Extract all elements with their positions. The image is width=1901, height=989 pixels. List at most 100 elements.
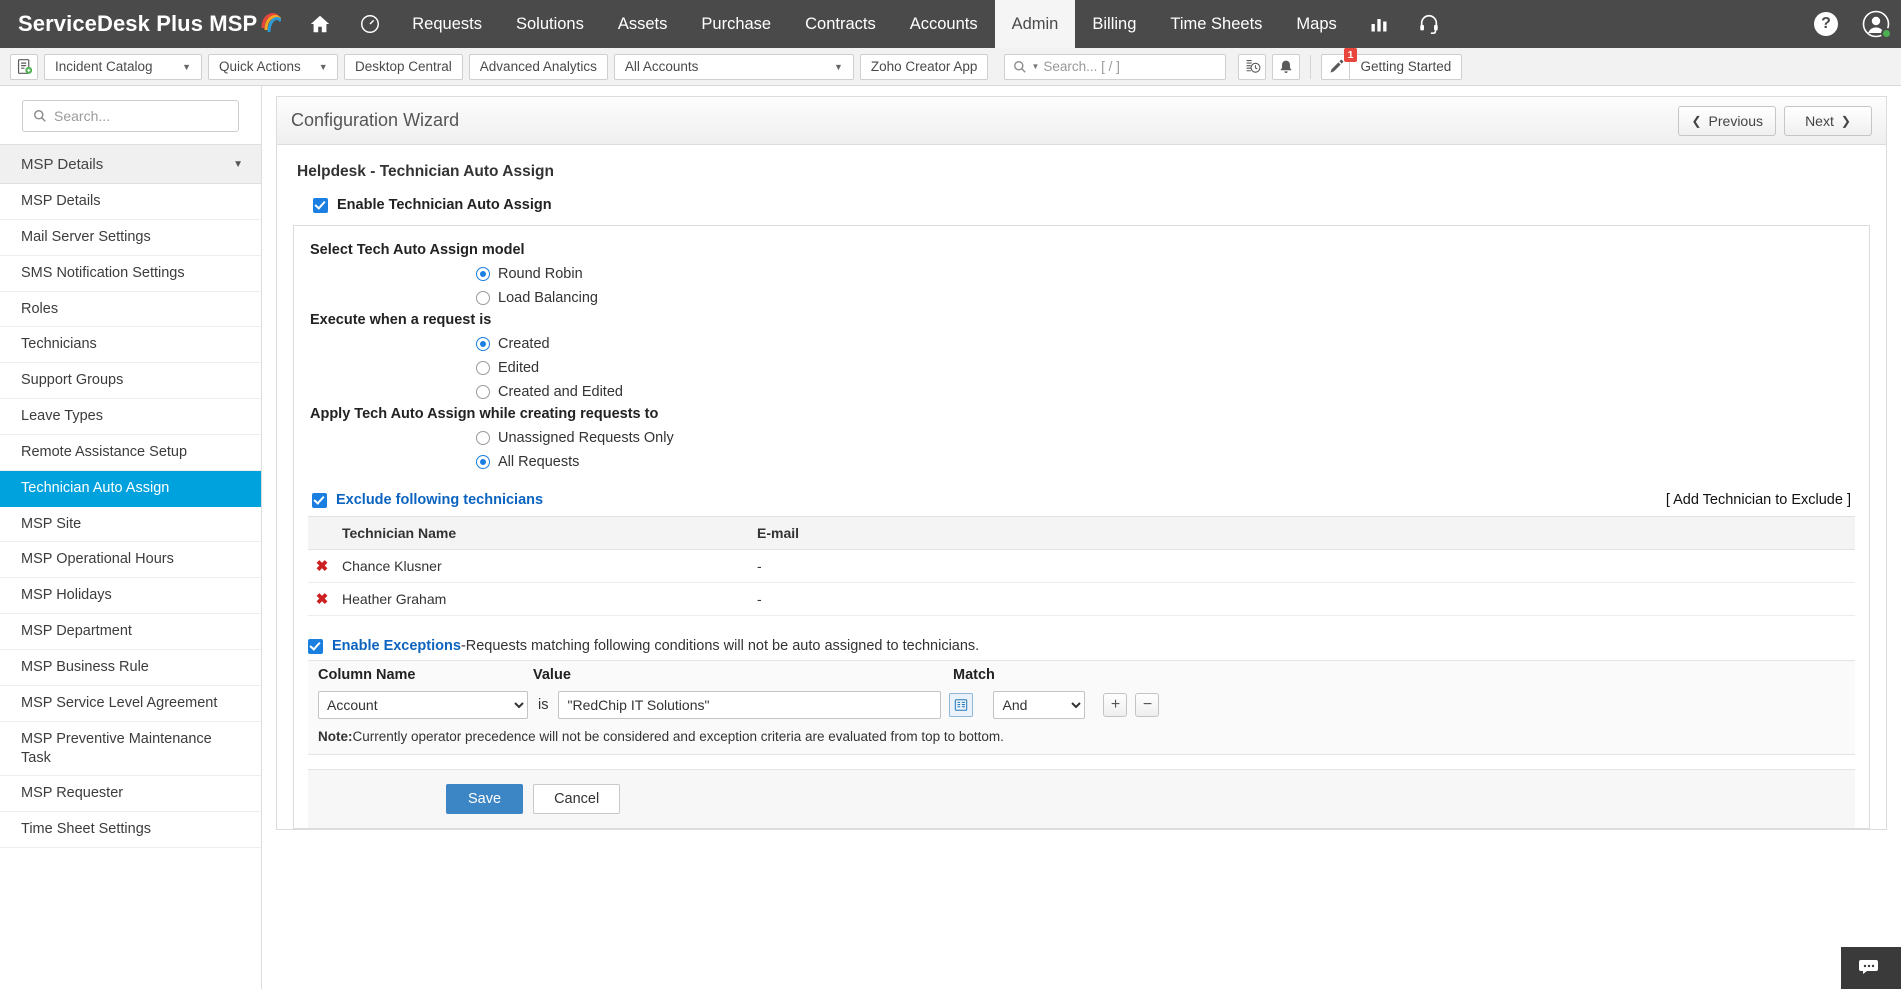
chevron-down-icon: ▼ xyxy=(182,61,191,72)
enable-exceptions-label: Enable Exceptions xyxy=(332,638,461,654)
nav-item-billing[interactable]: Billing xyxy=(1075,0,1153,48)
nav-item-purchase[interactable]: Purchase xyxy=(684,0,788,48)
nav-item-solutions[interactable]: Solutions xyxy=(499,0,601,48)
radio-round-robin[interactable] xyxy=(476,267,490,281)
previous-button[interactable]: ❮ Previous xyxy=(1678,105,1776,136)
quick-actions-dropdown[interactable]: Quick Actions ▼ xyxy=(208,53,338,80)
radio-unassigned-requests-only[interactable] xyxy=(476,431,490,445)
radio-all-requests[interactable] xyxy=(476,455,490,469)
exclude-technicians-label: Exclude following technicians xyxy=(336,492,544,508)
radio-edited[interactable] xyxy=(476,361,490,375)
sidebar-item-mail-server-settings[interactable]: Mail Server Settings xyxy=(0,220,261,256)
logo-swoosh-icon xyxy=(259,8,283,40)
zoho-creator-app-button[interactable]: Zoho Creator App xyxy=(859,53,989,80)
main-content: Configuration Wizard ❮ Previous Next ❯ H… xyxy=(262,86,1901,989)
sidebar-item-technicians[interactable]: Technicians xyxy=(0,327,261,364)
list-picker-icon[interactable] xyxy=(949,693,974,717)
next-button[interactable]: Next ❯ xyxy=(1784,105,1872,136)
exclude-technicians-row[interactable]: Exclude following technicians xyxy=(312,492,543,508)
criteria-column-select[interactable]: AccountCategorySitePriorityLevelRequeste… xyxy=(318,691,528,719)
desktop-central-button[interactable]: Desktop Central xyxy=(344,53,463,80)
sidebar-item-leave-types[interactable]: Leave Types xyxy=(0,399,261,435)
user-avatar-icon[interactable] xyxy=(1851,0,1901,48)
criteria-header-match: Match xyxy=(953,667,995,683)
quick-actions-label: Quick Actions xyxy=(219,59,301,74)
recent-items-icon[interactable] xyxy=(1238,53,1267,80)
sidebar-item-time-sheet-settings[interactable]: Time Sheet Settings xyxy=(0,812,261,849)
radio-option-all-requests[interactable]: All Requests xyxy=(476,450,1855,474)
radio-created[interactable] xyxy=(476,337,490,351)
nav-item-contracts[interactable]: Contracts xyxy=(788,0,893,48)
enable-auto-assign-checkbox[interactable] xyxy=(313,197,328,213)
nav-item-admin[interactable]: Admin xyxy=(994,0,1076,48)
page-title: Configuration Wizard xyxy=(291,110,460,130)
home-icon[interactable] xyxy=(295,0,345,48)
delete-x-icon[interactable]: ✖ xyxy=(316,558,329,575)
nav-item-time-sheets[interactable]: Time Sheets xyxy=(1153,0,1279,48)
sidebar-item-msp-site[interactable]: MSP Site xyxy=(0,507,261,543)
sidebar-item-roles[interactable]: Roles xyxy=(0,292,261,328)
sidebar-item-msp-operational-hours[interactable]: MSP Operational Hours xyxy=(0,542,261,579)
sidebar-item-msp-details[interactable]: MSP Details xyxy=(0,184,261,220)
radio-option-created-and-edited[interactable]: Created and Edited xyxy=(476,380,1855,404)
app-logo[interactable]: ServiceDesk Plus MSP xyxy=(0,0,295,48)
add-criteria-button[interactable]: + xyxy=(1103,693,1128,717)
radio-option-load-balancing[interactable]: Load Balancing xyxy=(476,286,1855,310)
exclude-technicians-checkbox[interactable] xyxy=(312,492,327,508)
getting-started-button[interactable]: Getting Started xyxy=(1349,53,1463,80)
sidebar-item-msp-business-rule[interactable]: MSP Business Rule xyxy=(0,650,261,686)
sidebar-item-remote-assistance-setup[interactable]: Remote Assistance Setup xyxy=(0,435,261,471)
remove-criteria-button[interactable]: − xyxy=(1135,693,1160,717)
sidebar-item-msp-requester[interactable]: MSP Requester xyxy=(0,776,261,813)
sidebar-item-msp-service-level-agreement[interactable]: MSP Service Level Agreement xyxy=(0,686,261,722)
cancel-button[interactable]: Cancel xyxy=(533,784,621,814)
radio-load-balancing[interactable] xyxy=(476,291,490,305)
radio-option-edited[interactable]: Edited xyxy=(476,356,1855,380)
criteria-header-row: Column Name Value Match xyxy=(318,661,1845,691)
header-delete-col xyxy=(308,516,336,550)
sidebar-item-msp-holidays[interactable]: MSP Holidays xyxy=(0,578,261,615)
notifications-icon[interactable] xyxy=(1272,53,1301,80)
enable-exceptions-checkbox[interactable] xyxy=(308,638,323,654)
new-request-icon[interactable] xyxy=(10,53,38,80)
sidebar-item-sms-notification-settings[interactable]: SMS Notification Settings xyxy=(0,256,261,292)
nav-item-assets[interactable]: Assets xyxy=(601,0,685,48)
sidebar-item-support-groups[interactable]: Support Groups xyxy=(0,363,261,400)
sidebar-item-msp-preventive-maintenance-task[interactable]: MSP Preventive Maintenance Task xyxy=(0,722,261,777)
sidebar-search-input[interactable]: Search... xyxy=(22,100,239,132)
sidebar-group-msp-details[interactable]: MSP Details ▼ xyxy=(0,144,261,184)
radio-created-and-edited[interactable] xyxy=(476,385,490,399)
sidebar-item-technician-auto-assign[interactable]: Technician Auto Assign xyxy=(0,470,261,507)
incident-catalog-dropdown[interactable]: Incident Catalog ▼ xyxy=(44,53,202,80)
global-search-input[interactable]: ▼ Search... [ / ] xyxy=(1004,53,1227,80)
all-accounts-dropdown[interactable]: All Accounts ▼ xyxy=(613,53,854,80)
criteria-value-input[interactable] xyxy=(558,691,942,719)
admin-sidebar: Search... MSP Details ▼ MSP Details Mail… xyxy=(0,86,262,989)
search-icon xyxy=(34,110,46,122)
gauge-icon[interactable] xyxy=(345,0,395,48)
add-technician-to-exclude-link[interactable]: [ Add Technician to Exclude ] xyxy=(1666,492,1851,508)
model-label: Select Tech Auto Assign model xyxy=(310,242,525,258)
radio-option-unassigned-only[interactable]: Unassigned Requests Only xyxy=(476,426,1855,450)
delete-x-icon[interactable]: ✖ xyxy=(316,591,329,608)
criteria-match-select[interactable]: AndOr xyxy=(993,691,1086,719)
chat-support-button[interactable] xyxy=(1841,947,1901,989)
bar-chart-icon[interactable] xyxy=(1354,0,1404,48)
announcement-icon[interactable]: 1 xyxy=(1321,47,1358,80)
save-button[interactable]: Save xyxy=(446,784,524,814)
enable-exceptions-row[interactable]: Enable Exceptions-Requests matching foll… xyxy=(308,638,1855,654)
sidebar-item-msp-department[interactable]: MSP Department xyxy=(0,614,261,650)
criteria-operator-label: is xyxy=(538,697,549,713)
nav-item-requests[interactable]: Requests xyxy=(395,0,499,48)
cell-email: - xyxy=(751,582,1855,616)
headset-icon[interactable] xyxy=(1404,0,1454,48)
radio-option-created[interactable]: Created xyxy=(476,332,1855,356)
nav-item-accounts[interactable]: Accounts xyxy=(893,0,995,48)
nav-item-maps[interactable]: Maps xyxy=(1279,0,1353,48)
radio-option-round-robin[interactable]: Round Robin xyxy=(476,262,1855,286)
question-mark-icon[interactable]: ? xyxy=(1801,0,1851,48)
table-row: ✖ Heather Graham - xyxy=(308,582,1855,616)
enable-auto-assign-row[interactable]: Enable Technician Auto Assign xyxy=(313,197,1870,213)
advanced-analytics-button[interactable]: Advanced Analytics xyxy=(468,53,608,80)
search-icon xyxy=(1014,60,1027,73)
